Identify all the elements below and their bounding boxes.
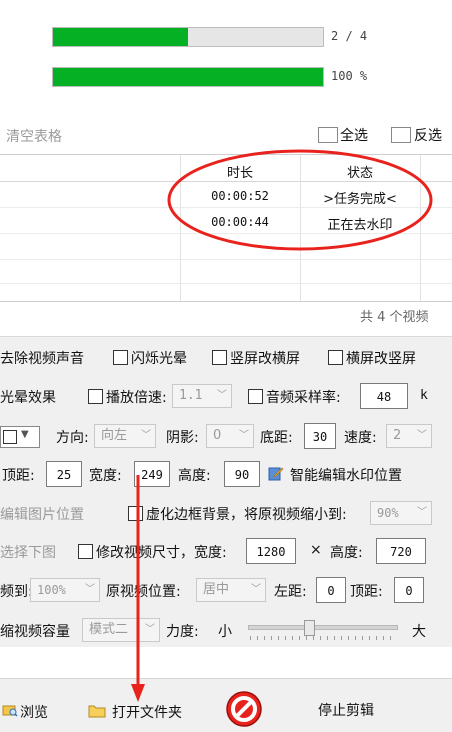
annotation-overlay	[131, 149, 433, 702]
annotation-ellipse	[167, 149, 433, 251]
annotation-arrow-head	[131, 684, 145, 702]
